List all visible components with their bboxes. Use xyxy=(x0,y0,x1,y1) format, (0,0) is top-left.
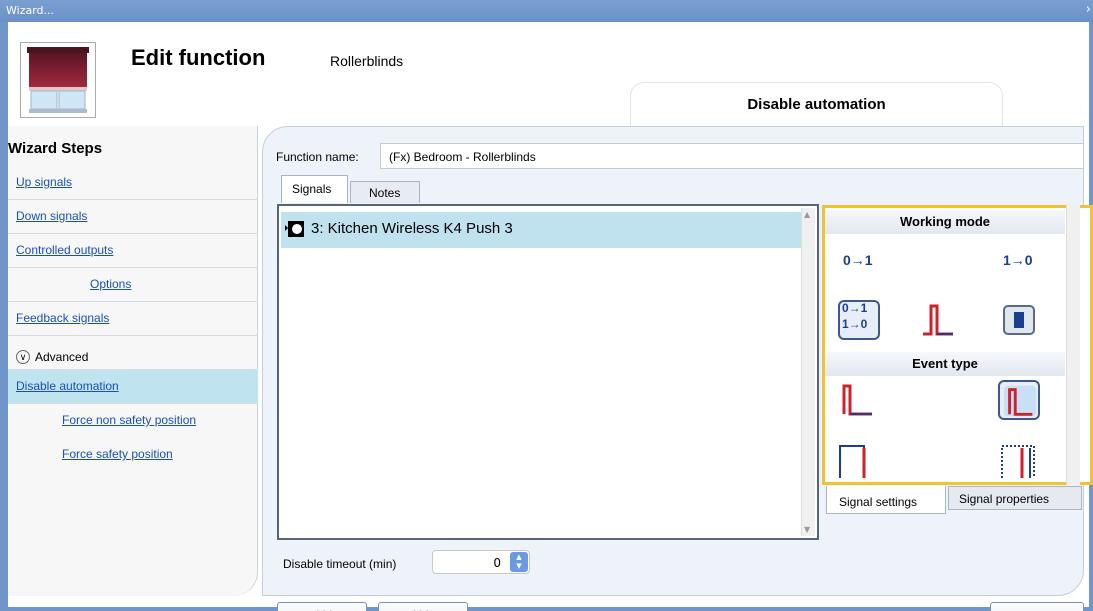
signals-list[interactable]: 3: Kitchen Wireless K4 Push 3 ▲ ▼ xyxy=(277,204,819,540)
sidebar-item-controlled-outputs[interactable]: Controlled outputs xyxy=(8,234,258,268)
event-rise-selected-icon xyxy=(1003,385,1037,417)
window-close-icon[interactable]: › xyxy=(1086,2,1091,17)
sidebar-item-force-safety[interactable]: Force safety position xyxy=(8,438,258,472)
sidebar-item-label[interactable]: Up signals xyxy=(16,175,72,189)
tab-notes[interactable]: Notes xyxy=(350,181,420,203)
sidebar-item-disable-automation[interactable]: Disable automation xyxy=(8,370,258,404)
current-step-title: Disable automation xyxy=(630,82,1003,126)
event-long-pulse-button[interactable] xyxy=(998,438,1040,478)
sidebar-item-down-signals[interactable]: Down signals xyxy=(8,200,258,234)
sidebar-item-label[interactable]: Controlled outputs xyxy=(16,243,113,257)
wizard-steps-list: Up signals Down signals Controlled outpu… xyxy=(8,166,258,472)
scroll-up-icon[interactable]: ▲ xyxy=(804,210,810,219)
pulse-icon xyxy=(923,304,953,336)
sidebar-item-feedback-signals[interactable]: Feedback signals xyxy=(8,302,258,336)
push-button-icon xyxy=(285,218,307,240)
signals-scrollbar[interactable]: ▲ ▼ xyxy=(801,208,815,536)
event-pulse-icon xyxy=(839,445,866,478)
previous-button[interactable]: <<< xyxy=(277,602,367,611)
settings-scrollbar[interactable] xyxy=(1066,205,1080,485)
tab-signal-properties[interactable]: Signal properties xyxy=(948,486,1082,510)
tab-signals[interactable]: Signals xyxy=(281,175,348,203)
switch-mode-button[interactable] xyxy=(998,300,1040,340)
sidebar-item-advanced[interactable]: ∨ Advanced xyxy=(8,336,258,370)
event-long-pulse-icon xyxy=(1001,445,1035,478)
sidebar-item-options[interactable]: Options xyxy=(8,268,258,302)
switch-icon xyxy=(1003,305,1035,335)
event-rise-icon xyxy=(842,384,872,416)
sidebar-item-label[interactable]: Down signals xyxy=(16,209,87,223)
sidebar-item-label[interactable]: Disable automation xyxy=(16,379,119,393)
mode-rising-label: 0→1 xyxy=(843,252,873,268)
chevron-down-icon[interactable]: ∨ xyxy=(16,350,30,364)
event-type-heading: Event type xyxy=(825,352,1065,376)
sidebar-item-label[interactable]: Options xyxy=(90,277,131,291)
wizard-steps-heading: Wizard Steps xyxy=(8,140,103,157)
scroll-down-icon[interactable]: ▼ xyxy=(804,525,810,534)
mode-falling-label: 1→0 xyxy=(1003,252,1033,268)
sidebar-item-force-non-safety[interactable]: Force non safety position xyxy=(8,404,258,438)
spinner-icon[interactable]: ▲ ▼ xyxy=(510,552,528,572)
confirm-button[interactable]: Confirm xyxy=(990,602,1084,611)
sidebar-item-label[interactable]: Feedback signals xyxy=(16,311,109,325)
mode-both-top-label: 0→1 xyxy=(842,301,868,315)
signal-label: 3: Kitchen Wireless K4 Push 3 xyxy=(311,220,513,237)
sidebar-item-label[interactable]: Force non safety position xyxy=(62,413,196,427)
sidebar-item-label[interactable]: Force safety position xyxy=(62,447,173,461)
list-item[interactable]: 3: Kitchen Wireless K4 Push 3 xyxy=(281,212,801,248)
pulse-mode-button[interactable] xyxy=(917,300,959,340)
function-name-field[interactable]: (Fx) Bedroom - Rollerblinds xyxy=(380,143,1084,169)
mode-both-bottom-label: 1→0 xyxy=(842,317,868,331)
page-title: Edit function xyxy=(131,45,266,70)
window-title: Wizard... xyxy=(6,4,55,17)
event-rise-button[interactable] xyxy=(836,380,878,420)
sidebar-item-label: Advanced xyxy=(35,350,89,364)
tab-signal-settings[interactable]: Signal settings xyxy=(826,486,946,514)
event-rise-selected-button[interactable] xyxy=(998,380,1040,420)
rollerblind-icon xyxy=(20,42,96,118)
disable-timeout-label: Disable timeout (min) xyxy=(283,557,397,571)
function-name-label: Function name: xyxy=(276,150,359,164)
sidebar-item-up-signals[interactable]: Up signals xyxy=(8,166,258,200)
function-type-label: Rollerblinds xyxy=(330,53,404,69)
window-titlebar: Wizard... › xyxy=(0,0,1093,22)
event-pulse-button[interactable] xyxy=(836,438,878,478)
working-mode-heading: Working mode xyxy=(825,210,1065,234)
next-button[interactable]: >>> xyxy=(378,602,468,611)
